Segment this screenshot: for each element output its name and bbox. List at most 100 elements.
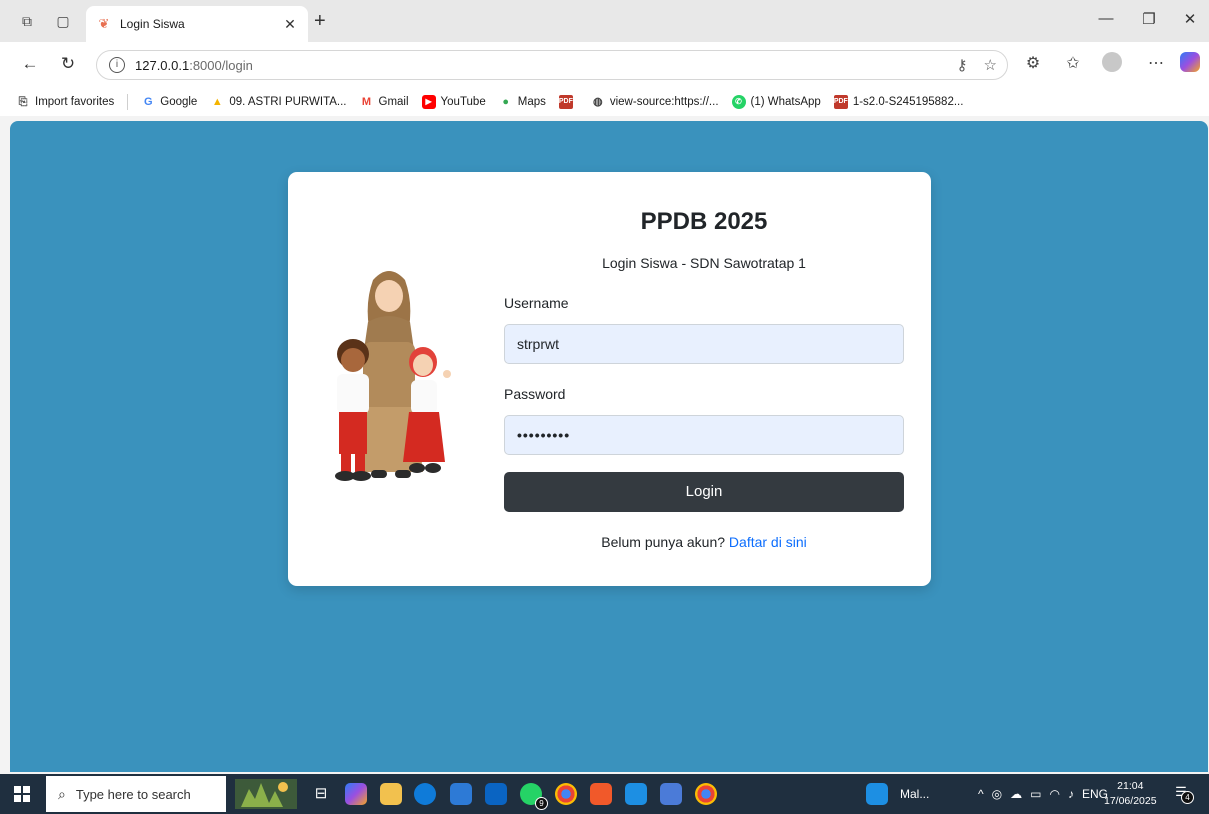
username-input[interactable]: strprwt: [504, 324, 904, 364]
task-view-icon[interactable]: ⊟: [310, 783, 332, 805]
vscode-icon[interactable]: [625, 783, 647, 805]
register-prompt: Belum punya akun? Daftar di sini: [504, 534, 904, 550]
favorite-label: 09. ASTRI PURWITA...: [229, 96, 347, 108]
site-info-icon[interactable]: i: [109, 57, 125, 73]
notification-count: 4: [1181, 791, 1194, 804]
whatsapp-icon: ✆: [731, 95, 746, 109]
mail-app-label[interactable]: Mal...: [900, 787, 929, 801]
favorite-pdf-2[interactable]: PDF 1-s2.0-S245195882...: [833, 95, 964, 109]
clock[interactable]: 21:04 17/06/2025: [1104, 779, 1157, 809]
file-explorer-icon[interactable]: [380, 783, 402, 805]
username-label: Username: [504, 295, 569, 311]
window-close-icon[interactable]: ✕: [1180, 10, 1200, 28]
favorite-label: Import favorites: [35, 96, 115, 108]
clock-date: 17/06/2025: [1104, 795, 1157, 807]
register-prompt-text: Belum punya akun?: [601, 534, 726, 550]
outlook-icon[interactable]: [485, 783, 507, 805]
teacher-students-illustration: [335, 271, 451, 481]
favorite-label: view-source:https://...: [609, 96, 719, 108]
wifi-icon[interactable]: ◠: [1049, 787, 1059, 801]
tab-bar: ⧉ ▢ ❦ Login Siswa ✕ + — ❐ ✕: [0, 0, 1209, 42]
drive-icon: ▲: [211, 96, 223, 108]
windows-start-icon[interactable]: [14, 786, 30, 802]
copilot-icon[interactable]: [1180, 52, 1200, 72]
meet-now-icon[interactable]: ◎: [992, 787, 1002, 801]
copilot-taskbar-icon[interactable]: [345, 783, 367, 805]
system-tray: ^ ◎ ☁ ▭ ◠ ♪ ENG: [978, 787, 1108, 801]
extensions-icon[interactable]: ⚙: [1022, 54, 1044, 74]
taskbar: ⌕ Type here to search ⊟ 9 Mal... ^ ◎ ☁ ▭…: [0, 774, 1209, 814]
taskbar-search[interactable]: ⌕ Type here to search: [46, 776, 226, 812]
onedrive-icon[interactable]: ☁: [1010, 787, 1022, 801]
favorite-whatsapp[interactable]: ✆ (1) WhatsApp: [731, 95, 821, 109]
xampp-icon[interactable]: [590, 783, 612, 805]
register-link[interactable]: Daftar di sini: [729, 534, 807, 550]
whatsapp-taskbar-icon[interactable]: 9: [520, 783, 548, 810]
edge-icon[interactable]: [414, 783, 436, 805]
gmail-icon: M: [361, 96, 372, 108]
tab-login-siswa[interactable]: ❦ Login Siswa ✕: [86, 6, 308, 42]
favorite-drive[interactable]: ▲ 09. ASTRI PURWITA...: [210, 95, 347, 109]
favorite-view-source[interactable]: ◍ view-source:https://...: [591, 95, 719, 109]
tab-title: Login Siswa: [120, 17, 185, 31]
pdf-icon: PDF: [558, 95, 573, 109]
address-bar[interactable]: i 127.0.0.1:8000/login ⚷ ☆: [96, 50, 1008, 80]
google-icon: G: [143, 96, 153, 108]
address-row: ← ↻ i 127.0.0.1:8000/login ⚷ ☆ ⚙ ✩ ⋯: [0, 42, 1209, 88]
password-label: Password: [504, 386, 566, 402]
login-button[interactable]: Login: [504, 472, 904, 512]
back-icon[interactable]: ←: [20, 54, 40, 74]
laravel-favicon-icon: ❦: [98, 16, 110, 31]
workspaces-icon[interactable]: ⧉: [18, 12, 36, 30]
password-input[interactable]: •••••••••: [504, 415, 904, 455]
import-icon: ⎘: [18, 96, 28, 108]
new-tab-icon[interactable]: +: [314, 11, 326, 31]
search-icon: ⌕: [58, 785, 66, 802]
chrome-profile-icon[interactable]: [695, 783, 717, 805]
show-hidden-icons-icon[interactable]: ^: [978, 787, 984, 801]
favorite-label: Google: [160, 96, 198, 108]
favorite-label: 1-s2.0-S245195882...: [852, 96, 964, 108]
tab-close-icon[interactable]: ✕: [282, 16, 298, 33]
search-highlight-art: [235, 779, 297, 809]
tab-actions-icon[interactable]: ▢: [54, 12, 72, 30]
chrome-icon[interactable]: [555, 783, 577, 805]
restore-icon[interactable]: ❐: [1139, 10, 1159, 28]
page-subtitle: Login Siswa - SDN Sawotratap 1: [602, 255, 806, 271]
favorite-import[interactable]: ⎘ Import favorites: [16, 95, 115, 109]
favorite-label: YouTube: [440, 96, 486, 108]
youtube-icon: ▶: [421, 95, 436, 109]
login-card: PPDB 2025 Login Siswa - SDN Sawotratap 1…: [288, 172, 931, 586]
url-host: 127.0.0.1: [135, 57, 190, 73]
battery-icon[interactable]: ▭: [1030, 787, 1041, 801]
page-title: PPDB 2025: [640, 208, 768, 235]
pdf-icon: PDF: [833, 95, 848, 109]
globe-icon: ◍: [593, 96, 603, 108]
url-path: :8000/login: [189, 57, 253, 73]
favorite-maps[interactable]: ● Maps: [499, 95, 546, 109]
profile-avatar[interactable]: [1102, 52, 1122, 72]
favorite-gmail[interactable]: M Gmail: [360, 95, 409, 109]
favorite-pdf[interactable]: PDF: [558, 95, 578, 109]
volume-icon[interactable]: ♪: [1068, 787, 1074, 801]
whatsapp-badge: 9: [535, 797, 548, 810]
refresh-icon[interactable]: ↻: [58, 54, 78, 74]
notifications-icon[interactable]: ☰ 4: [1172, 784, 1194, 804]
mail-app-icon[interactable]: [866, 783, 888, 805]
favorite-youtube[interactable]: ▶ YouTube: [421, 95, 486, 109]
minimize-icon[interactable]: —: [1096, 10, 1116, 27]
favorites-icon[interactable]: ✩: [1062, 54, 1084, 74]
more-options-icon[interactable]: ⋯: [1145, 54, 1167, 74]
favorite-label: Gmail: [378, 96, 409, 108]
favorite-star-icon[interactable]: ☆: [984, 56, 997, 74]
favorites-divider: [127, 94, 129, 110]
favorite-label: Maps: [517, 96, 546, 108]
search-placeholder: Type here to search: [75, 786, 191, 802]
store-icon[interactable]: [450, 783, 472, 805]
notepad-icon[interactable]: [660, 783, 682, 805]
favorite-google[interactable]: G Google: [141, 95, 197, 109]
password-key-icon[interactable]: ⚷: [957, 56, 968, 74]
maps-icon: ●: [502, 96, 510, 108]
clock-time: 21:04: [1117, 780, 1144, 792]
favorite-label: (1) WhatsApp: [750, 96, 821, 108]
